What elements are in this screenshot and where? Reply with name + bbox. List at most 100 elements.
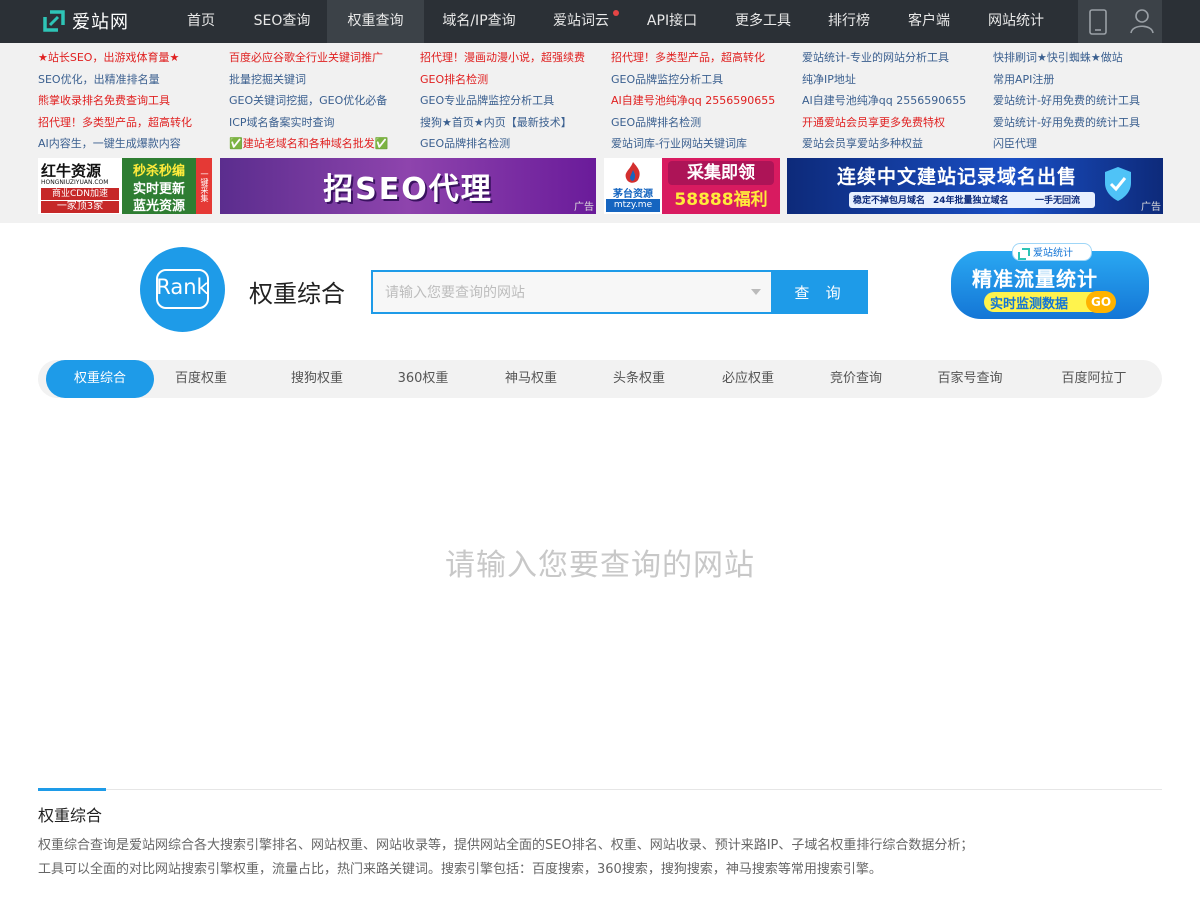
text-ad-link[interactable]: GEO品牌排名检测 (420, 133, 611, 155)
text-ad-link[interactable]: ICP域名备案实时查询 (229, 112, 420, 134)
info-description-2: 工具可以全面的对比网站搜索引擎权重，流量占比，热门来路关键词。搜索引擎包括：百度… (38, 862, 882, 877)
rank-logo-text: Rank (156, 275, 209, 299)
banner-domain[interactable]: 连续中文建站记录域名出售 稳定不掉包月域名 24年批量独立域名 一手无回流 广告 (787, 158, 1163, 214)
text-ad-link[interactable]: 批量挖掘关键词 (229, 69, 420, 91)
site-logo[interactable]: 爱站网 (42, 8, 129, 34)
stats-ad-banner[interactable]: 爱站统计 精准流量统计 实时监测数据 GO (948, 243, 1151, 323)
text-ad-link[interactable]: 爱站统计-好用免费的统计工具 (993, 112, 1184, 134)
text-ad-link[interactable]: 快排刷词★快引蜘蛛★做站 (993, 47, 1184, 69)
nav-home[interactable]: 首页 (172, 0, 230, 43)
text-ad-link[interactable]: 闪臣代理 (993, 133, 1184, 155)
text-ad-link[interactable]: 开通爱站会员享更多免费特权 (802, 112, 993, 134)
stats-ad-sub: 实时监测数据 (990, 297, 1069, 312)
banner-hongniu[interactable]: 红牛资源 HONGNIUZIYUAN.COM 商业CDN加速 一家顶3家 秒杀秒… (38, 158, 212, 214)
section-divider (38, 789, 1162, 790)
user-icon[interactable] (1130, 8, 1154, 38)
tab-6[interactable]: 必应权重 (693, 360, 803, 398)
logo-icon (42, 9, 66, 33)
weight-tabs: 权重综合 百度权重 搜狗权重 360权重 神马权重 头条权重 必应权重 竞价查询 百家号查询 百度… (38, 360, 1162, 398)
stats-logo-icon (1018, 245, 1030, 264)
text-ad-link[interactable]: AI内容生，一键生成爆款内容 (38, 133, 229, 155)
text-ad-link[interactable]: ★站长SEO，出游戏体育量★ (38, 47, 229, 69)
banner-hongniu-slogan: 一家顶3家 (41, 201, 119, 213)
nav-site-stats[interactable]: 网站统计 (975, 0, 1057, 43)
mobile-icon[interactable] (1088, 9, 1108, 39)
nav-ranking[interactable]: 排行榜 (815, 0, 883, 43)
tab-0[interactable]: 权重综合 (46, 360, 154, 398)
tab-2[interactable]: 搜狗权重 (262, 360, 372, 398)
chevron-down-icon[interactable] (751, 289, 761, 295)
stats-ad-title: 精准流量统计 (972, 267, 1098, 291)
text-ad-link[interactable]: SEO优化，出精准排名量 (38, 69, 229, 91)
search-input[interactable] (373, 272, 757, 312)
nav-weight-query[interactable]: 权重查询 (327, 0, 424, 43)
banner-domain-sub2: 24年批量独立域名 (933, 196, 1009, 206)
banner-mtzy-brand: 茅台资源 (613, 189, 653, 200)
banner-hongniu-side3: 蓝光资源 (132, 199, 185, 214)
banner-mtzy[interactable]: 茅台资源 mtzy.me 采集即领 58888福利 (604, 158, 780, 214)
banner-domain-sub1: 稳定不掉包月域名 (853, 196, 926, 206)
flame-logo-icon (620, 160, 646, 188)
text-ad-link[interactable]: GEO专业品牌监控分析工具 (420, 90, 611, 112)
text-ad-link[interactable]: GEO关键词挖掘，GEO优化必备 (229, 90, 420, 112)
brand-name: 爱站网 (72, 12, 129, 33)
nav-api[interactable]: API接口 (634, 0, 710, 43)
nav-word-cloud[interactable]: 爱站词云 (540, 0, 622, 43)
text-ad-link[interactable]: 招代理！漫画动漫小说，超强续费 (420, 47, 611, 69)
banner-domain-title: 连续中文建站记录域名出售 (837, 166, 1078, 188)
nav-domain-ip-query[interactable]: 域名/IP查询 (430, 0, 528, 43)
text-ad-link[interactable]: 爱站词库-行业网站关键词库 (611, 133, 802, 155)
tab-9[interactable]: 百度阿拉丁 (1038, 360, 1150, 398)
nav-right-icons (1078, 0, 1162, 43)
text-ad-link[interactable]: 招代理！多类型产品，超高转化 (611, 47, 802, 69)
text-ad-link[interactable]: ✅建站老域名和各种域名批发✅ (229, 133, 420, 155)
search-box (371, 270, 773, 314)
banner-mtzy-line1: 采集即领 (668, 161, 774, 185)
ad-label: 广告 (1141, 202, 1161, 213)
banner-seo-agent[interactable]: 招SEO代理 广告 (220, 158, 596, 214)
text-ad-link[interactable]: 爱站会员享爱站多种权益 (802, 133, 993, 155)
section-divider-accent (38, 788, 106, 791)
rank-logo: Rank (140, 247, 225, 332)
info-title: 权重综合 (38, 806, 103, 825)
search-button[interactable]: 查 询 (773, 270, 868, 314)
tab-1[interactable]: 百度权重 (151, 360, 251, 398)
tab-3[interactable]: 360权重 (368, 360, 478, 398)
text-ad-link[interactable]: GEO排名检测 (420, 69, 611, 91)
text-ad-link[interactable]: 搜狗★首页★内页【最新技术】 (420, 112, 611, 134)
info-description-1: 权重综合查询是爱站网综合各大搜索引擎排名、网站权重、网站收录等，提供网站全面的S… (38, 838, 974, 853)
tab-4[interactable]: 神马权重 (476, 360, 586, 398)
banner-seo-agent-text: 招SEO代理 (323, 172, 493, 207)
nav-more-tools[interactable]: 更多工具 (722, 0, 804, 43)
text-ad-link[interactable]: 常用API注册 (993, 69, 1184, 91)
banner-hongniu-brand: 红牛资源 (41, 162, 102, 180)
text-ad-link[interactable]: 爱站统计-好用免费的统计工具 (993, 90, 1184, 112)
text-ad-link[interactable]: 百度必应谷歌全行业关键词推广 (229, 47, 420, 69)
banner-mtzy-url: mtzy.me (606, 199, 660, 212)
banner-mtzy-line2: 58888福利 (674, 190, 768, 210)
banner-hongniu-cdn: 商业CDN加速 (41, 188, 119, 200)
text-ad-link[interactable]: AI自建号池纯净qq 2556590655 (611, 90, 802, 112)
banner-hongniu-side1: 秒杀秒编 (132, 164, 185, 179)
text-ad-link[interactable]: GEO品牌监控分析工具 (611, 69, 802, 91)
page-title: 权重综合 (249, 280, 345, 308)
tab-5[interactable]: 头条权重 (584, 360, 694, 398)
banner-hongniu-tag: 一键采集 (196, 158, 212, 214)
text-ad-grid: ★站长SEO，出游戏体育量★ 百度必应谷歌全行业关键词推广 招代理！漫画动漫小说，超… (38, 47, 1168, 155)
shield-check-icon (1103, 166, 1133, 206)
text-ad-link[interactable]: AI自建号池纯净qq 2556590655 (802, 90, 993, 112)
banner-domain-sub3: 一手无回流 (1035, 196, 1081, 206)
text-ad-link[interactable]: 纯净IP地址 (802, 69, 993, 91)
text-ad-link[interactable]: 爱站统计-专业的网站分析工具 (802, 47, 993, 69)
top-navbar: 爱站网 首页 SEO查询 权重查询 域名/IP查询 爱站词云 API接口 更多工… (0, 0, 1200, 43)
new-badge-dot (613, 10, 619, 16)
tab-7[interactable]: 竞价查询 (801, 360, 911, 398)
text-ad-link[interactable]: 招代理！多类型产品，超高转化 (38, 112, 229, 134)
nav-client[interactable]: 客户端 (895, 0, 963, 43)
ad-label: 广告 (574, 202, 594, 213)
text-ad-link[interactable]: 熊掌收录排名免费查询工具 (38, 90, 229, 112)
empty-state-hint: 请输入您要查询的网站 (445, 548, 755, 583)
nav-seo-query[interactable]: SEO查询 (240, 0, 324, 43)
text-ad-link[interactable]: GEO品牌排名检测 (611, 112, 802, 134)
tab-8[interactable]: 百家号查询 (910, 360, 1030, 398)
